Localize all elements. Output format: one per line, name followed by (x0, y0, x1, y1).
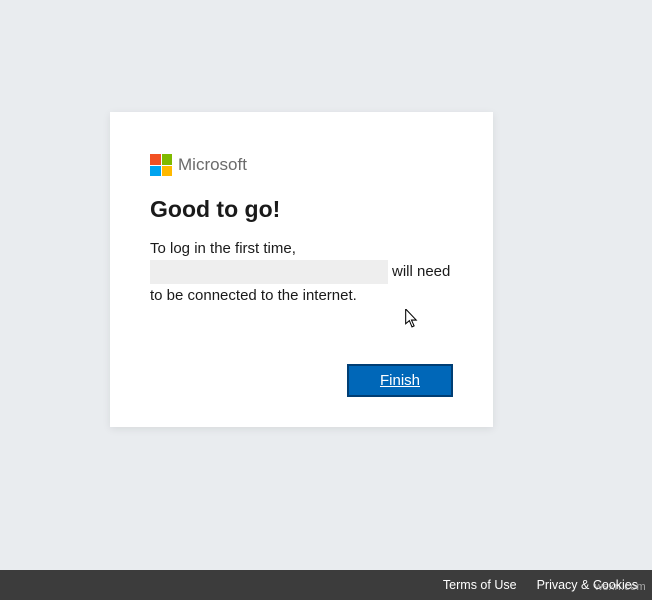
body-prefix: To log in the first time, (150, 240, 296, 257)
account-setup-dialog: Microsoft Good to go! To log in the firs… (110, 112, 493, 427)
dialog-actions: Finish (347, 364, 453, 397)
microsoft-logo-icon (150, 154, 172, 176)
dialog-title: Good to go! (150, 196, 453, 223)
privacy-link[interactable]: Privacy & Cookies (537, 578, 638, 592)
brand-label: Microsoft (178, 155, 247, 175)
brand-row: Microsoft (150, 154, 453, 176)
footer-bar: Terms of Use Privacy & Cookies (0, 570, 652, 600)
finish-button[interactable]: Finish (347, 364, 453, 397)
redacted-email: ██████████████████████ (150, 260, 388, 283)
dialog-body: To log in the first time, ██████████████… (150, 237, 453, 307)
terms-link[interactable]: Terms of Use (443, 578, 517, 592)
